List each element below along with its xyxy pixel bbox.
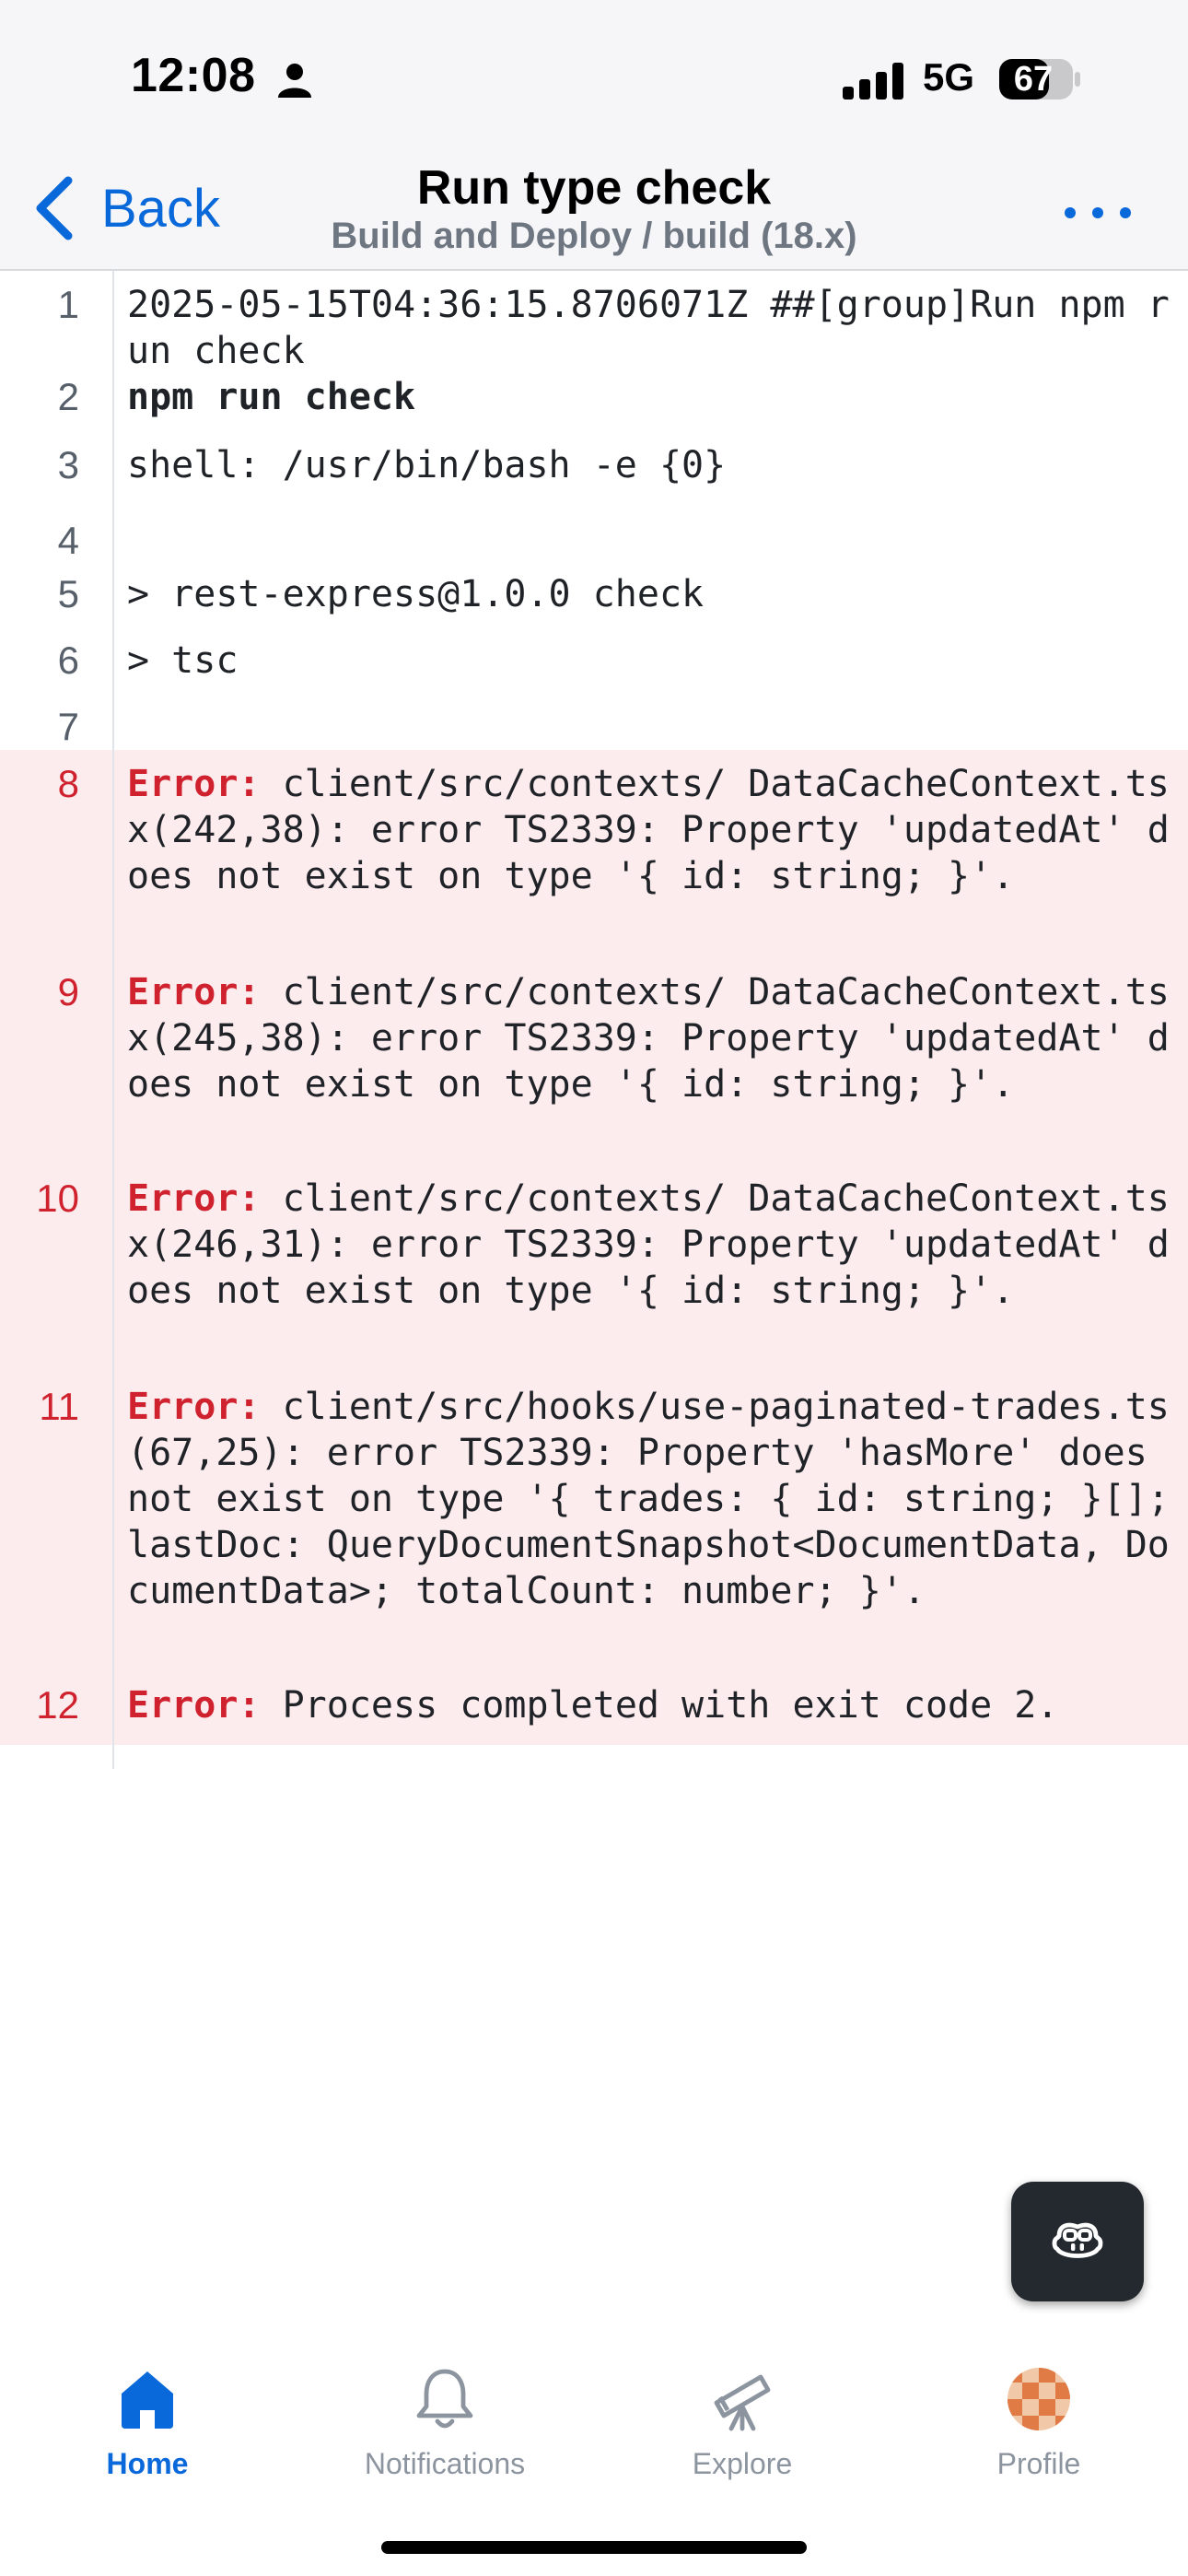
home-indicator bbox=[381, 2541, 807, 2554]
avatar-icon bbox=[1007, 2368, 1070, 2430]
home-icon bbox=[122, 2371, 173, 2429]
log-line: 2 npm run check bbox=[0, 363, 1188, 431]
line-text: client/src/contexts/ DataCacheContext.ts… bbox=[127, 763, 1170, 897]
line-text: > tsc bbox=[127, 639, 239, 682]
log-output: 1 2025-05-15T04:36:15.8706071Z ##[group]… bbox=[0, 271, 1188, 1745]
network-type: 5G bbox=[923, 55, 975, 99]
line-number: 6 bbox=[57, 638, 79, 682]
more-horizontal-icon[interactable] bbox=[1063, 199, 1133, 227]
line-text: shell: /usr/bin/bash -e {0} bbox=[127, 444, 727, 486]
line-number: 8 bbox=[57, 762, 79, 805]
line-text bbox=[112, 518, 1188, 560]
status-bar: 12:08 5G 67 bbox=[0, 0, 1188, 157]
log-line: 1 2025-05-15T04:36:15.8706071Z ##[group]… bbox=[0, 271, 1188, 372]
line-text: 2025-05-15T04:36:15.8706071Z ##[group]Ru… bbox=[127, 284, 1170, 372]
log-line: 6 > tsc bbox=[0, 628, 1188, 697]
line-number: 7 bbox=[57, 705, 79, 748]
copilot-button[interactable] bbox=[1011, 2182, 1144, 2301]
line-number: 9 bbox=[57, 970, 79, 1013]
copilot-icon bbox=[1052, 2222, 1103, 2258]
line-number: 2 bbox=[57, 375, 79, 418]
tab-notifications[interactable]: Notifications bbox=[334, 2366, 555, 2481]
log-line: 5 > rest-express@1.0.0 check bbox=[0, 560, 1188, 628]
tab-label: Notifications bbox=[364, 2447, 526, 2480]
cellular-signal-icon bbox=[843, 63, 903, 100]
tab-explore[interactable]: Explore bbox=[632, 2366, 853, 2481]
bell-icon bbox=[416, 2369, 473, 2429]
telescope-icon bbox=[714, 2374, 771, 2431]
line-number: 12 bbox=[36, 1683, 79, 1727]
line-text: npm run check bbox=[127, 376, 416, 418]
error-prefix: Error: bbox=[127, 1177, 261, 1220]
log-line: 4 bbox=[0, 499, 1188, 562]
page-title: Run type check bbox=[416, 161, 772, 215]
log-line: 7 bbox=[0, 697, 1188, 750]
log-line-error: 11 Error: client/src/hooks/use-paginated… bbox=[0, 1373, 1188, 1671]
line-text: > rest-express@1.0.0 check bbox=[127, 573, 705, 615]
line-number: 11 bbox=[39, 1385, 79, 1428]
line-number: 5 bbox=[57, 572, 79, 615]
error-prefix: Error: bbox=[127, 763, 261, 805]
line-text: client/src/hooks/use-paginated-trades.ts… bbox=[127, 1386, 1170, 1612]
line-number: 3 bbox=[57, 443, 79, 486]
error-prefix: Error: bbox=[127, 1684, 261, 1727]
log-line: 3 shell: /usr/bin/bash -e {0} bbox=[0, 431, 1188, 499]
page-subtitle: Build and Deploy / build (18.x) bbox=[331, 216, 857, 256]
line-text: client/src/contexts/ DataCacheContext.ts… bbox=[127, 1177, 1170, 1312]
status-time: 12:08 bbox=[131, 49, 256, 102]
log-line-error: 8 Error: client/src/contexts/ DataCacheC… bbox=[0, 750, 1188, 958]
line-text: Process completed with exit code 2. bbox=[260, 1684, 1059, 1727]
line-number: 4 bbox=[57, 519, 79, 562]
error-prefix: Error: bbox=[127, 971, 261, 1013]
tab-profile[interactable]: Profile bbox=[928, 2366, 1149, 2481]
tab-label: Home bbox=[106, 2447, 189, 2480]
line-number: 1 bbox=[57, 283, 79, 326]
line-text: client/src/contexts/ DataCacheContext.ts… bbox=[127, 971, 1170, 1106]
person-icon bbox=[278, 64, 311, 98]
error-prefix: Error: bbox=[127, 1386, 261, 1428]
log-line-error: 10 Error: client/src/contexts/ DataCache… bbox=[0, 1165, 1188, 1373]
line-number: 10 bbox=[36, 1177, 79, 1220]
battery-level: 67 bbox=[1013, 60, 1054, 99]
tab-label: Explore bbox=[692, 2447, 793, 2480]
line-text bbox=[112, 704, 1188, 750]
tab-label: Profile bbox=[996, 2447, 1081, 2480]
log-line-error: 9 Error: client/src/contexts/ DataCacheC… bbox=[0, 958, 1188, 1165]
navigation-bar: Back Run type check Build and Deploy / b… bbox=[0, 157, 1188, 271]
log-line-error: 12 Error: Process completed with exit co… bbox=[0, 1671, 1188, 1745]
tab-home[interactable]: Home bbox=[37, 2366, 258, 2481]
gutter-divider bbox=[112, 271, 114, 1769]
